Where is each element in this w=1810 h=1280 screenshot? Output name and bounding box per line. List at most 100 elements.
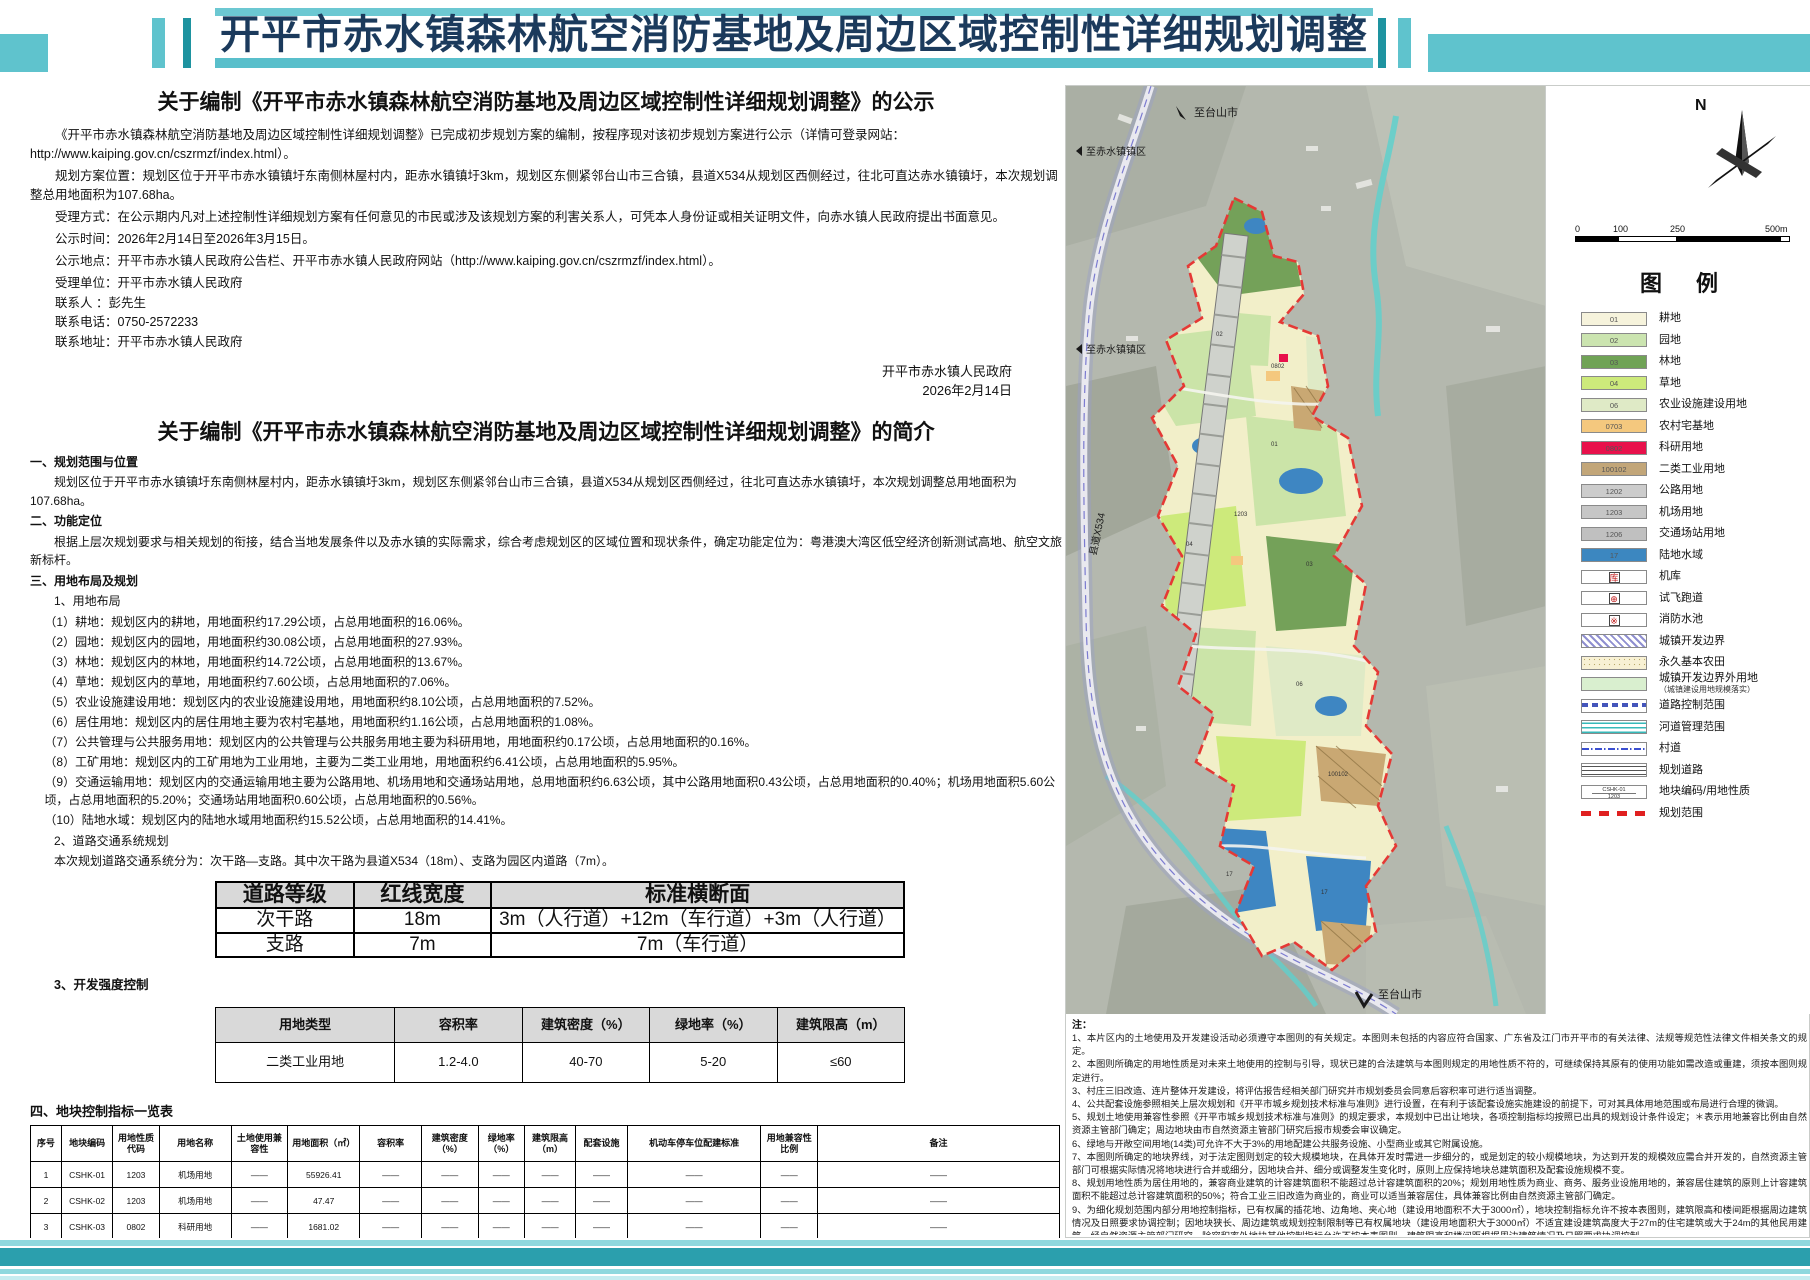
table-cell: 55926.41 <box>288 1162 360 1188</box>
legend-item-label: 公路用地 <box>1659 484 1703 496</box>
table-cell: —— <box>360 1188 422 1214</box>
legend-item-label: 机场用地 <box>1659 506 1703 518</box>
legend-swatch: 02 <box>1581 333 1647 347</box>
legend-swatch-code: 100102 <box>1601 465 1626 474</box>
plot-table-title: 四、地块控制指标一览表 <box>30 1103 1062 1122</box>
land-use-item: （6）居住用地：规划区内的居住用地主要为农村宅基地，用地面积约1.16公顷，占总… <box>44 713 1062 732</box>
legend-swatch-code: 库 <box>1609 572 1620 583</box>
legend-item-label: 耕地 <box>1659 312 1681 324</box>
land-use-item: （8）工矿用地：规划区内的工矿用地为工业用地，主要为二类工业用地，用地面积约6.… <box>44 753 1062 772</box>
table-cell: 1203 <box>113 1162 159 1188</box>
table-cell: —— <box>818 1162 1060 1188</box>
table-header-cell: 绿地率（%） <box>478 1126 524 1162</box>
announcement-paragraphs: 《开平市赤水镇森林航空消防基地及周边区域控制性详细规划调整》已完成初步规划方案的… <box>30 126 1062 271</box>
svg-text:01: 01 <box>1271 442 1278 448</box>
table-cell: CSHK-01 <box>61 1162 112 1188</box>
legend-item: 河道管理范围 <box>1581 717 1807 739</box>
plot-control-table: 序号地块编码用地性质代码用地名称土地使用兼容性用地面积（㎡）容积率建筑密度（%）… <box>30 1125 1060 1238</box>
table-header-cell: 建筑限高（m） <box>777 1007 905 1043</box>
table-header-cell: 建筑密度（%） <box>522 1007 649 1043</box>
legend-item: ※ 消防水池 <box>1581 609 1807 631</box>
table-header-cell: 用地性质代码 <box>113 1126 159 1162</box>
announcement-contacts: 受理单位：开平市赤水镇人民政府联系人 ：彭先生联系电话：0750-2572233… <box>30 274 1062 352</box>
svg-text:03: 03 <box>1306 562 1313 568</box>
table-cell: 二类工业用地 <box>216 1043 395 1083</box>
table-cell: —— <box>478 1214 524 1239</box>
legend-swatch: 100102 <box>1581 462 1647 476</box>
legend-item-label: 林地 <box>1659 355 1681 367</box>
legend-item: 规划道路 <box>1581 760 1807 782</box>
page-title: 开平市赤水镇森林航空消防基地及周边区域控制性详细规划调整 <box>215 10 1373 60</box>
legend-item-label: 永久基本农田 <box>1659 656 1725 668</box>
table-cell: 5-20 <box>650 1043 777 1083</box>
legend-swatch-code: 04 <box>1610 379 1618 388</box>
table-cell: 40-70 <box>522 1043 649 1083</box>
table-cell: 18m <box>354 908 492 933</box>
table-cell: —— <box>818 1188 1060 1214</box>
header-deco-right-block <box>1428 34 1810 72</box>
table-cell: 1203 <box>113 1188 159 1214</box>
announcement-paragraph: 《开平市赤水镇森林航空消防基地及周边区域控制性详细规划调整》已完成初步规划方案的… <box>30 126 1062 164</box>
legend-swatch <box>1581 634 1647 648</box>
legend-swatch-code: 0703 <box>1606 422 1623 431</box>
legend-item-label: 消防水池 <box>1659 613 1703 625</box>
legend-swatch: 1202 <box>1581 484 1647 498</box>
svg-text:06: 06 <box>1296 682 1303 688</box>
legend-swatch-code: 1206 <box>1606 530 1623 539</box>
legend-swatch: 0703 <box>1581 419 1647 433</box>
legend-swatch-code: 1203 <box>1606 508 1623 517</box>
intro-s1-body: 规划区位于开平市赤水镇镇圩东南侧林屋村内，距赤水镇镇圩3km，规划区东侧紧邻台山… <box>30 473 1062 510</box>
table-cell: —— <box>627 1188 761 1214</box>
scale-tick: 500m <box>1765 224 1788 234</box>
announcement-paragraph: 公示时间：2026年2月14日至2026年3月15日。 <box>30 230 1062 249</box>
legend-item: 1203 机场用地 <box>1581 502 1807 524</box>
table-cell: —— <box>576 1162 627 1188</box>
legend-item: 规划范围 <box>1581 803 1807 825</box>
announcement-heading: 关于编制《开平市赤水镇森林航空消防基地及周边区域控制性详细规划调整》的公示 <box>30 86 1062 116</box>
legend-title: 图 例 <box>1547 266 1810 298</box>
legend-item-label: 城镇开发边界外用地 <box>1659 672 1758 684</box>
table-cell: —— <box>421 1162 478 1188</box>
legend-swatch: 1206 <box>1581 527 1647 541</box>
announcement-paragraph: 规划方案位置：规划区位于开平市赤水镇镇圩东南侧林屋村内，距赤水镇镇圩3km，规划… <box>30 167 1062 205</box>
legend-swatch: 17 <box>1581 548 1647 562</box>
note-item: 9、为细化规划范围内部分用地控制指标，已有权属的插花地、边角地、夹心地（建设用地… <box>1072 1204 1807 1235</box>
table-header-cell: 道路等级 <box>216 882 354 909</box>
table-row: 3CSHK-030802科研用地——1681.02———————————————… <box>31 1214 1060 1239</box>
land-use-title: 1、用地布局 <box>54 592 1062 611</box>
table-cell: —— <box>576 1188 627 1214</box>
table-cell: —— <box>761 1188 818 1214</box>
table-cell: 7m <box>354 933 492 958</box>
table-cell: 机场用地 <box>159 1188 231 1214</box>
legend-swatch <box>1581 656 1647 670</box>
table-cell: —— <box>524 1214 575 1239</box>
note-item: 3、村庄三旧改造、连片整体开发建设，将评估报告经相关部门研究并市规划委员会同意后… <box>1072 1085 1807 1098</box>
table-cell: 3m（人行道）+12m（车行道）+3m（人行道） <box>491 908 904 933</box>
legend-swatch-code: CSHK-011203 <box>1582 787 1646 799</box>
header-deco-left-bar1 <box>152 18 165 68</box>
legend-item: 06 农业设施建设用地 <box>1581 394 1807 416</box>
legend-swatch <box>1581 763 1647 777</box>
table-cell: 0802 <box>113 1214 159 1239</box>
svg-text:17: 17 <box>1226 872 1233 878</box>
legend-item-label: 试飞跑道 <box>1659 592 1703 604</box>
table-cell: —— <box>576 1214 627 1239</box>
legend-item: 100102 二类工业用地 <box>1581 459 1807 481</box>
legend-item: 永久基本农田 <box>1581 652 1807 674</box>
table-row: 二类工业用地1.2-4.040-705-20≤60 <box>216 1043 905 1083</box>
legend-item-label: 园地 <box>1659 334 1681 346</box>
announcement-paragraph: 受理方式：在公示期内凡对上述控制性详细规划方案有任何意见的市民或涉及该规划方案的… <box>30 208 1062 227</box>
table-cell: —— <box>627 1162 761 1188</box>
legend-swatch-code: ※ <box>1609 615 1620 626</box>
legend-swatch: CSHK-011203 <box>1581 785 1647 799</box>
table-header-cell: 容积率 <box>395 1007 522 1043</box>
legend-swatch: 1203 <box>1581 505 1647 519</box>
notes-title: 注： <box>1072 1019 1807 1032</box>
legend-swatch-code: 01 <box>1610 315 1618 324</box>
planning-poster: 开平市赤水镇森林航空消防基地及周边区域控制性详细规划调整 关于编制《开平市赤水镇… <box>0 0 1810 1280</box>
legend-item-sublabel: （城镇建设用地规模落实） <box>1659 684 1758 695</box>
legend-swatch <box>1581 677 1647 691</box>
legend-item: 1206 交通场站用地 <box>1581 523 1807 545</box>
legend-item-label: 陆地水域 <box>1659 549 1703 561</box>
legend-item-label: 规划范围 <box>1659 807 1703 819</box>
